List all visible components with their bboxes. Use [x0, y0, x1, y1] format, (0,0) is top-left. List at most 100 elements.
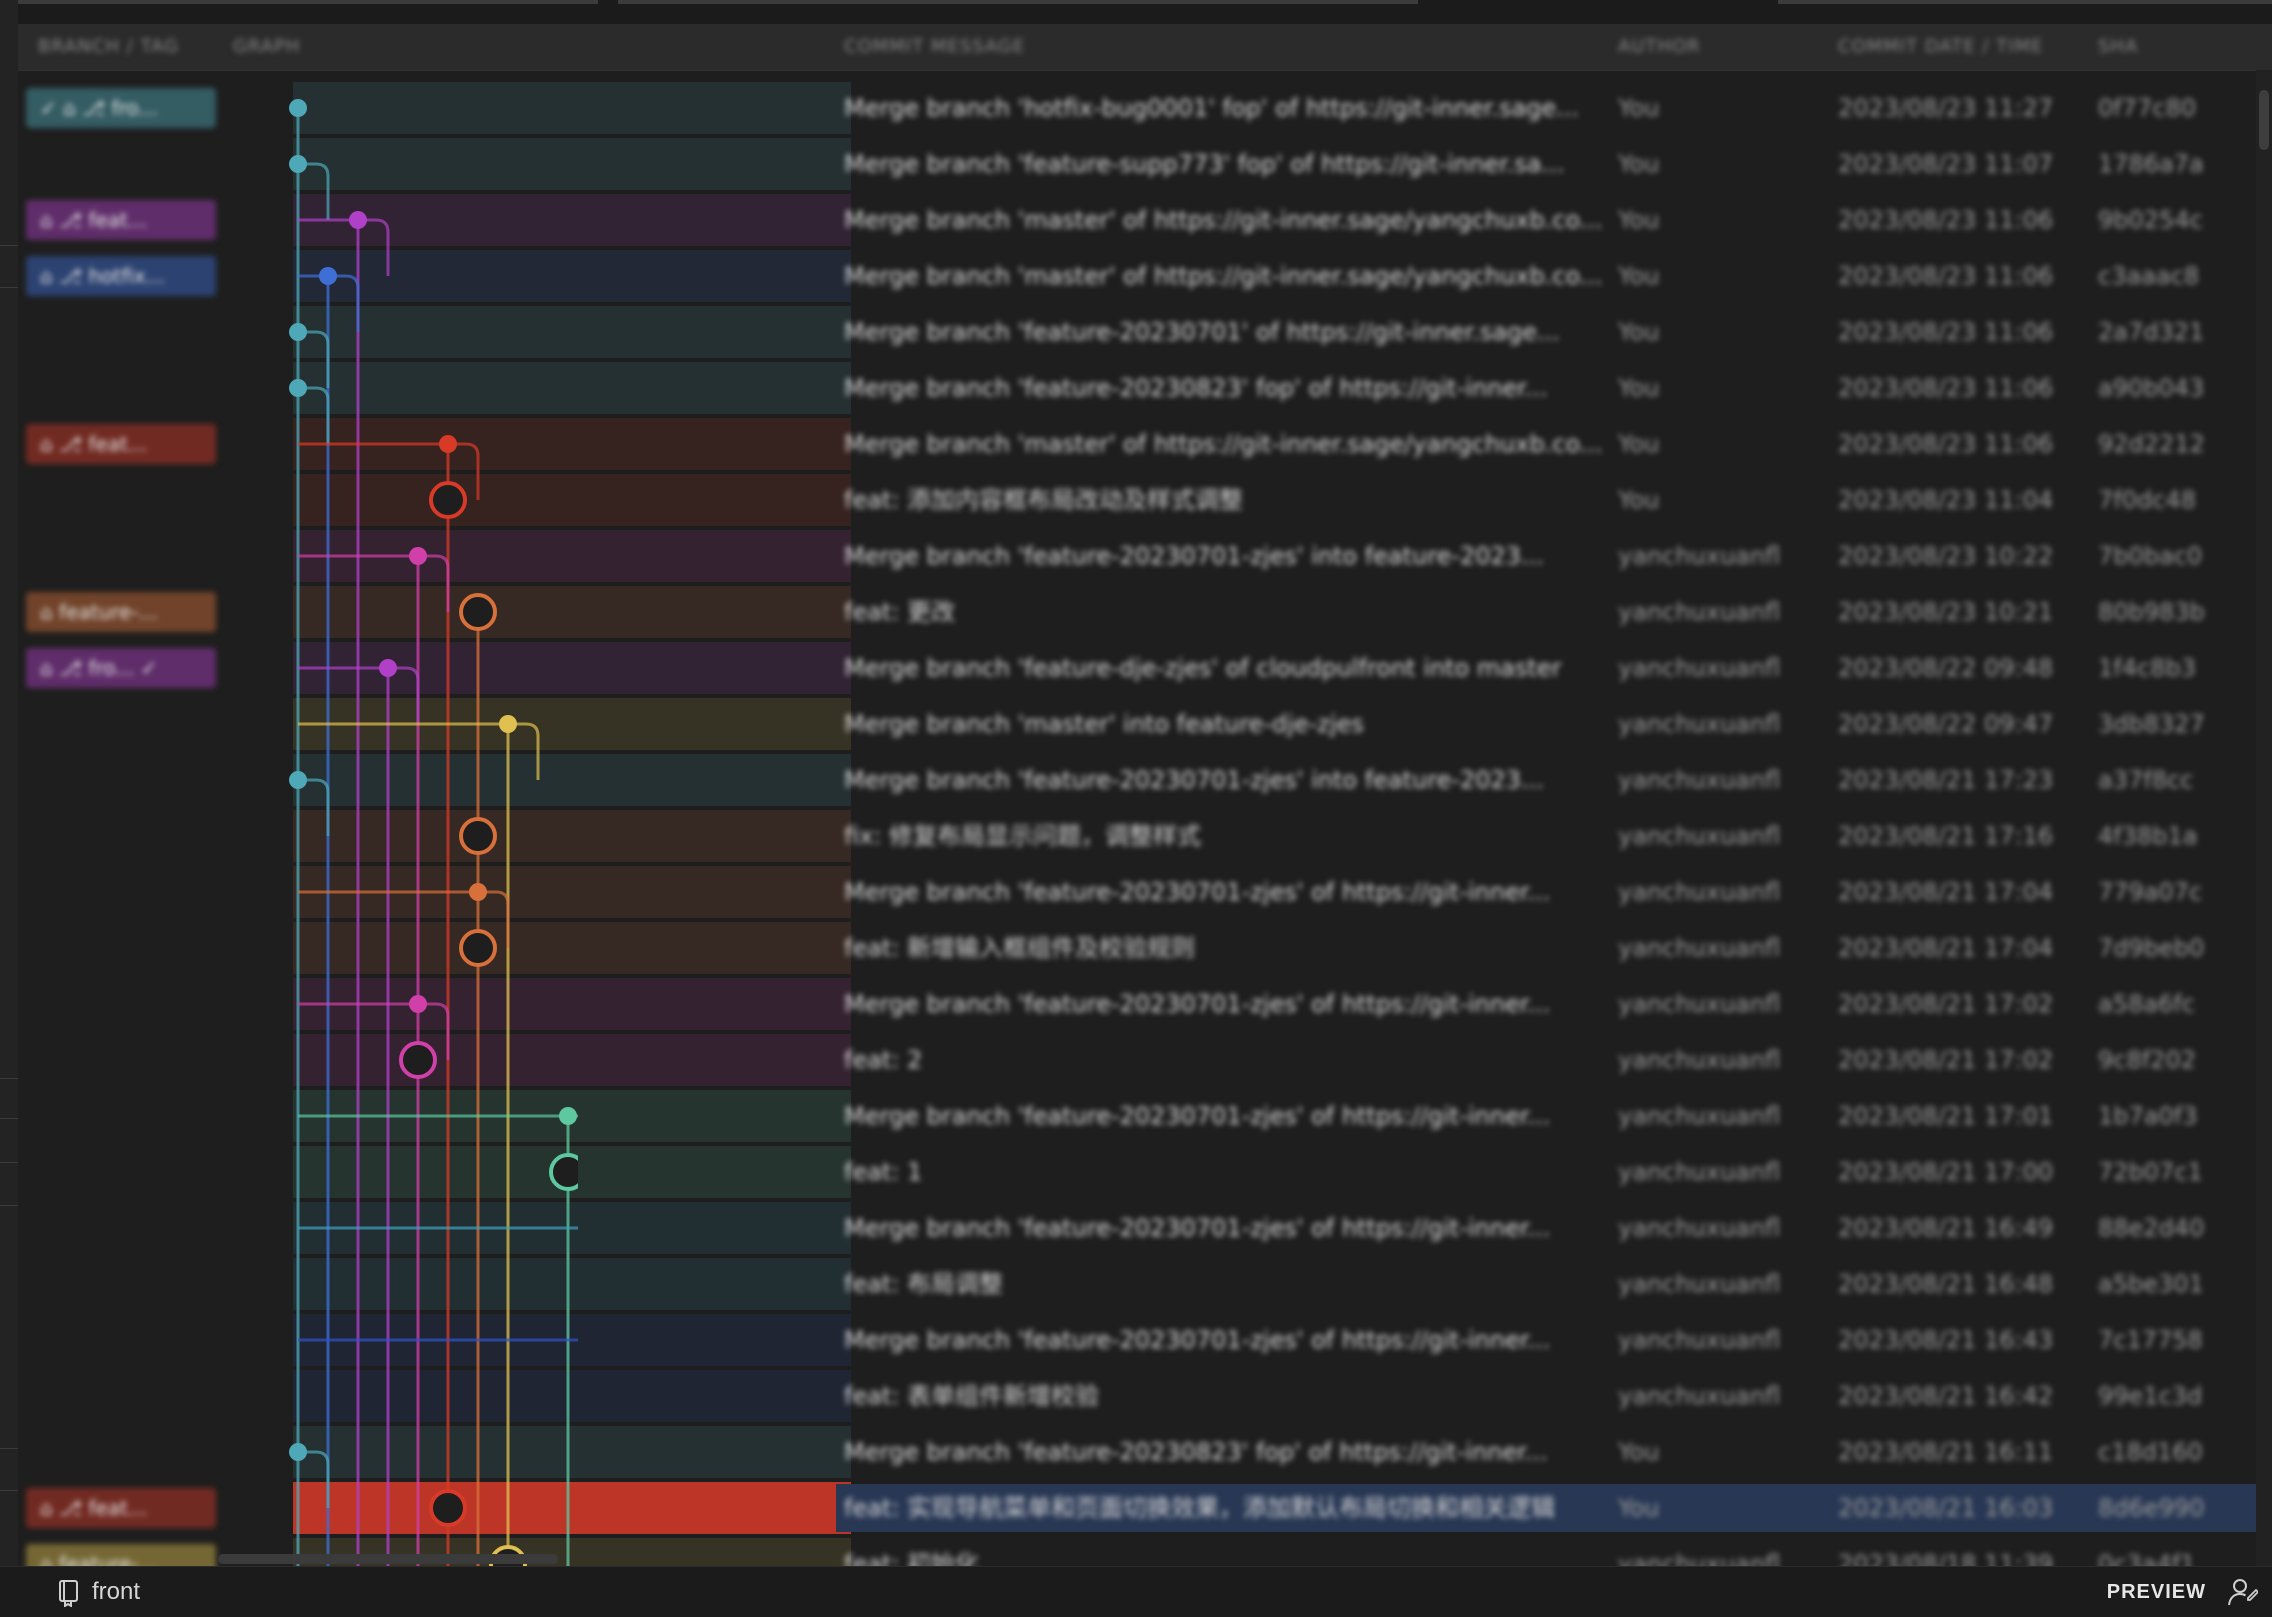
commit-sha: a58a6fc [2098, 990, 2195, 1018]
commit-date: 2023/08/23 11:07 [1838, 150, 2054, 178]
commit-date: 2023/08/23 11:06 [1838, 374, 2054, 402]
header-commit-date[interactable]: COMMIT DATE / TIME [1838, 24, 2078, 70]
commit-author: You [1618, 430, 1660, 458]
sidebar-divider [0, 1162, 18, 1163]
commit-message: feat: 更改 [844, 598, 956, 626]
commit-date: 2023/08/21 17:04 [1838, 934, 2054, 962]
commit-sha: 2a7d321 [2098, 318, 2205, 346]
commit-message: Merge branch 'master' of https://git-inn… [844, 430, 1603, 458]
sidebar-divider [0, 1448, 18, 1449]
header-branch-tag[interactable]: BRANCH / TAG [38, 24, 198, 70]
commit-author: yanchuxuanfl [1618, 1326, 1781, 1354]
commit-node[interactable] [379, 659, 397, 677]
header-commit-message[interactable]: COMMIT MESSAGE [844, 24, 1144, 70]
left-sidebar-strip [0, 0, 18, 1566]
commit-message: Merge branch 'master' of https://git-inn… [844, 262, 1603, 290]
sidebar-divider [0, 245, 18, 246]
column-header: BRANCH / TAG GRAPH COMMIT MESSAGE AUTHOR… [18, 24, 2272, 71]
commit-author: yanchuxuanfl [1618, 654, 1781, 682]
sidebar-divider [0, 287, 18, 288]
commit-node[interactable] [319, 267, 337, 285]
commit-node[interactable] [459, 929, 497, 967]
commit-message: Merge branch 'hotfix-bug0001' fop' of ht… [844, 94, 1580, 122]
commit-node[interactable] [459, 593, 497, 631]
header-sha[interactable]: SHA [2098, 24, 2218, 70]
commit-sha: 9c8f202 [2098, 1046, 2196, 1074]
commit-message: Merge branch 'feature-20230701-zjes' of … [844, 1326, 1551, 1354]
commit-sha: a37f8cc [2098, 766, 2194, 794]
graph-merge-connector [298, 1450, 330, 1508]
commit-author: yanchuxuanfl [1618, 1550, 1781, 1566]
sidebar-divider [0, 1490, 18, 1491]
commit-node[interactable] [459, 817, 497, 855]
commit-author: yanchuxuanfl [1618, 1046, 1781, 1074]
commit-node[interactable] [289, 1443, 307, 1461]
header-graph[interactable]: GRAPH [233, 24, 433, 70]
current-branch-label[interactable]: front [92, 1567, 140, 1617]
commit-message: Merge branch 'feature-20230701-zjes' of … [844, 990, 1551, 1018]
commit-node[interactable] [469, 883, 487, 901]
commit-date: 2023/08/21 16:43 [1838, 1326, 2054, 1354]
commit-date: 2023/08/21 16:49 [1838, 1214, 2054, 1242]
commit-node[interactable] [289, 155, 307, 173]
commit-sha: 8d6e990 [2098, 1494, 2205, 1522]
commit-author: You [1618, 206, 1660, 234]
commit-author: You [1618, 318, 1660, 346]
sidebar-divider [0, 1078, 18, 1079]
commit-sha: 92d2212 [2098, 430, 2205, 458]
commit-author: yanchuxuanfl [1618, 710, 1781, 738]
commit-node[interactable] [409, 547, 427, 565]
commit-author: yanchuxuanfl [1618, 1102, 1781, 1130]
commit-node[interactable] [409, 995, 427, 1013]
commit-author: yanchuxuanfl [1618, 542, 1781, 570]
commit-message: feat: 1 [844, 1158, 923, 1186]
graph-merge-connector [298, 218, 390, 276]
vertical-scrollbar[interactable] [2256, 70, 2272, 1566]
commit-message: Merge branch 'feature-20230701-zjes' of … [844, 1214, 1551, 1242]
scrollbar-thumb[interactable] [2259, 90, 2269, 150]
commit-node[interactable] [349, 211, 367, 229]
commit-node[interactable] [289, 99, 307, 117]
commit-message: feat: 添加内容框布局改动及样式调整 [844, 486, 1244, 514]
commit-sha: 1b7a0f3 [2098, 1102, 2198, 1130]
commit-node[interactable] [439, 435, 457, 453]
commit-author: You [1618, 150, 1660, 178]
commit-node[interactable] [429, 481, 467, 519]
commit-sha: 80b983b [2098, 598, 2205, 626]
commit-author: You [1618, 486, 1660, 514]
commit-sha: 72b07c1 [2098, 1158, 2203, 1186]
commit-message: Merge branch 'feature-20230823' fop' of … [844, 1438, 1548, 1466]
commit-sha: a5be301 [2098, 1270, 2204, 1298]
commit-node[interactable] [399, 1041, 437, 1079]
commit-message: Merge branch 'feature-20230701-zjes' of … [844, 1102, 1551, 1130]
commit-date: 2023/08/23 11:06 [1838, 318, 2054, 346]
horizontal-scrollbar[interactable] [218, 1554, 558, 1564]
commit-date: 2023/08/21 16:42 [1838, 1382, 2054, 1410]
header-author[interactable]: AUTHOR [1618, 24, 1818, 70]
commit-node[interactable] [559, 1107, 577, 1125]
commit-author: You [1618, 1494, 1660, 1522]
commit-node[interactable] [499, 715, 517, 733]
status-bar: front PREVIEW [0, 1566, 2272, 1617]
commit-author: yanchuxuanfl [1618, 598, 1781, 626]
commit-date: 2023/08/21 17:02 [1838, 990, 2054, 1018]
commit-author: yanchuxuanfl [1618, 766, 1781, 794]
commit-date: 2023/08/18 11:39 [1838, 1550, 2054, 1566]
commit-node[interactable] [289, 771, 307, 789]
commit-message: feat: 新增输入框组件及校验规则 [844, 934, 1196, 962]
commit-node[interactable] [289, 379, 307, 397]
commit-sha: a90b043 [2098, 374, 2205, 402]
commit-message: feat: 初始化 [844, 1550, 980, 1566]
commit-message: Merge branch 'feature-dje-zjes' of cloud… [844, 654, 1562, 682]
account-icon[interactable] [2226, 1576, 2258, 1608]
commit-graph [289, 99, 578, 1566]
commit-message: Merge branch 'feature-20230701-zjes' int… [844, 766, 1544, 794]
commit-date: 2023/08/23 10:22 [1838, 542, 2054, 570]
commit-date: 2023/08/21 17:23 [1838, 766, 2054, 794]
commit-node[interactable] [429, 1489, 467, 1527]
commit-date: 2023/08/22 09:48 [1838, 654, 2054, 682]
commit-node[interactable] [289, 323, 307, 341]
graph-merge-connector [298, 162, 330, 220]
commit-node[interactable] [549, 1153, 578, 1191]
commit-message: Merge branch 'feature-20230701-zjes' int… [844, 542, 1544, 570]
